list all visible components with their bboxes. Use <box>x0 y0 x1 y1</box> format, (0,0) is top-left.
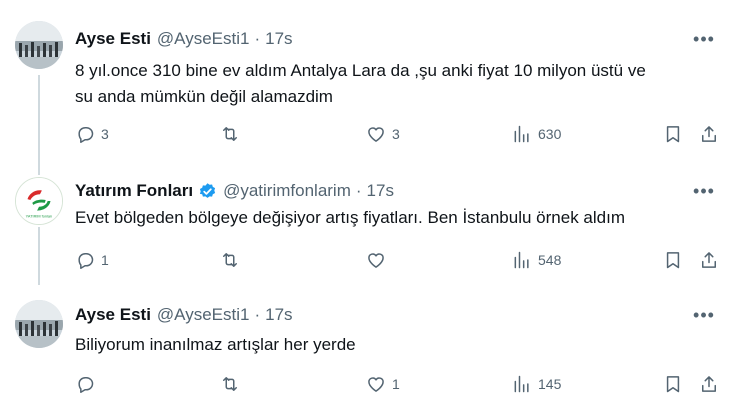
reply-button[interactable]: 1 <box>75 248 109 272</box>
bookmark-button[interactable] <box>663 122 683 146</box>
tweet-header: Yatırım Fonları @yatirimfonlarim · 17s <box>75 180 394 202</box>
retweet-icon <box>223 377 237 391</box>
thread-line <box>38 75 40 172</box>
user-handle[interactable]: @yatirimfonlarim <box>223 180 351 202</box>
heart-icon <box>368 127 384 142</box>
views-icon <box>514 375 529 393</box>
reply-icon <box>78 127 94 143</box>
tweet-text-line: Evet bölgeden bölgeye değişiyor artış fi… <box>75 208 625 227</box>
tweet-text-line: su anda mümkün değil alamazdim <box>75 87 333 106</box>
avatar[interactable]: YATIRIM fonları <box>15 177 63 225</box>
like-button[interactable]: 3 <box>366 122 400 146</box>
like-button[interactable] <box>366 248 386 272</box>
retweet-icon <box>223 127 237 141</box>
reply-count: 3 <box>101 126 109 142</box>
like-count: 3 <box>392 126 400 142</box>
tweet-text: Evet bölgeden bölgeye değişiyor artış fi… <box>75 205 715 231</box>
avatar[interactable] <box>15 21 63 69</box>
views-count: 145 <box>538 376 562 392</box>
display-name[interactable]: Ayse Esti <box>75 28 151 50</box>
tweet-text-line: Biliyorum inanılmaz artışlar her yerde <box>75 335 356 354</box>
more-horizontal-icon[interactable]: ••• <box>692 27 716 51</box>
retweet-button[interactable] <box>220 122 240 146</box>
views-button[interactable]: 630 <box>512 122 561 146</box>
bookmark-button[interactable] <box>663 248 683 272</box>
timestamp[interactable]: 17s <box>367 180 394 202</box>
views-icon <box>514 251 529 269</box>
retweet-icon <box>223 253 237 267</box>
tweet[interactable]: YATIRIM fonları Yatırım Fonları @yatirim… <box>0 163 730 285</box>
like-button[interactable]: 1 <box>366 372 400 396</box>
views-count: 548 <box>538 252 562 268</box>
user-handle[interactable]: @AyseEsti1 <box>157 28 250 50</box>
retweet-button[interactable] <box>220 248 240 272</box>
views-count: 630 <box>538 126 562 142</box>
reply-icon <box>78 253 94 269</box>
bookmark-icon <box>666 252 680 269</box>
display-name[interactable]: Yatırım Fonları <box>75 180 193 202</box>
retweet-button[interactable] <box>220 372 240 396</box>
more-horizontal-icon[interactable]: ••• <box>692 303 716 327</box>
heart-icon <box>368 253 384 268</box>
separator-dot: · <box>254 305 261 324</box>
more-horizontal-icon[interactable]: ••• <box>692 179 716 203</box>
verified-badge-icon <box>199 182 216 198</box>
bookmark-button[interactable] <box>663 372 683 396</box>
tweet-text-line: 8 yıl.once 310 bine ev aldım Antalya Lar… <box>75 61 646 80</box>
thread-line <box>38 163 40 175</box>
separator-dot: · <box>254 29 261 48</box>
share-button[interactable] <box>699 372 719 396</box>
timestamp[interactable]: 17s <box>265 28 292 50</box>
tweet-text: 8 yıl.once 310 bine ev aldım Antalya Lar… <box>75 58 715 110</box>
like-count: 1 <box>392 376 400 392</box>
reply-count: 1 <box>101 252 109 268</box>
share-icon <box>702 376 716 392</box>
tweet-header: Ayse Esti @AyseEsti1 · 17s <box>75 304 293 326</box>
views-button[interactable]: 548 <box>512 248 561 272</box>
share-button[interactable] <box>699 122 719 146</box>
tweet[interactable]: Ayse Esti @AyseEsti1 · 17s ••• 8 yıl.onc… <box>0 0 730 172</box>
bookmark-icon <box>666 126 680 143</box>
reply-button[interactable] <box>75 372 95 396</box>
tweet-text: Biliyorum inanılmaz artışlar her yerde <box>75 332 715 358</box>
views-icon <box>514 125 529 143</box>
share-icon <box>702 126 716 142</box>
thread-line <box>38 227 40 285</box>
timestamp[interactable]: 17s <box>265 304 292 326</box>
display-name[interactable]: Ayse Esti <box>75 304 151 326</box>
bookmark-icon <box>666 376 680 393</box>
avatar-caption: YATIRIM fonları <box>26 214 53 218</box>
action-bar: 1 145 <box>75 372 720 396</box>
tweet-header: Ayse Esti @AyseEsti1 · 17s <box>75 28 293 50</box>
action-bar: 3 3 630 <box>75 122 720 146</box>
avatar[interactable] <box>15 300 63 348</box>
reply-button[interactable]: 3 <box>75 122 109 146</box>
reply-icon <box>78 377 94 393</box>
user-handle[interactable]: @AyseEsti1 <box>157 304 250 326</box>
views-button[interactable]: 145 <box>512 372 561 396</box>
heart-icon <box>368 377 384 392</box>
action-bar: 1 548 <box>75 248 720 272</box>
separator-dot: · <box>355 181 362 200</box>
share-icon <box>702 252 716 268</box>
share-button[interactable] <box>699 248 719 272</box>
tweet[interactable]: Ayse Esti @AyseEsti1 · 17s ••• Biliyorum… <box>0 290 730 420</box>
